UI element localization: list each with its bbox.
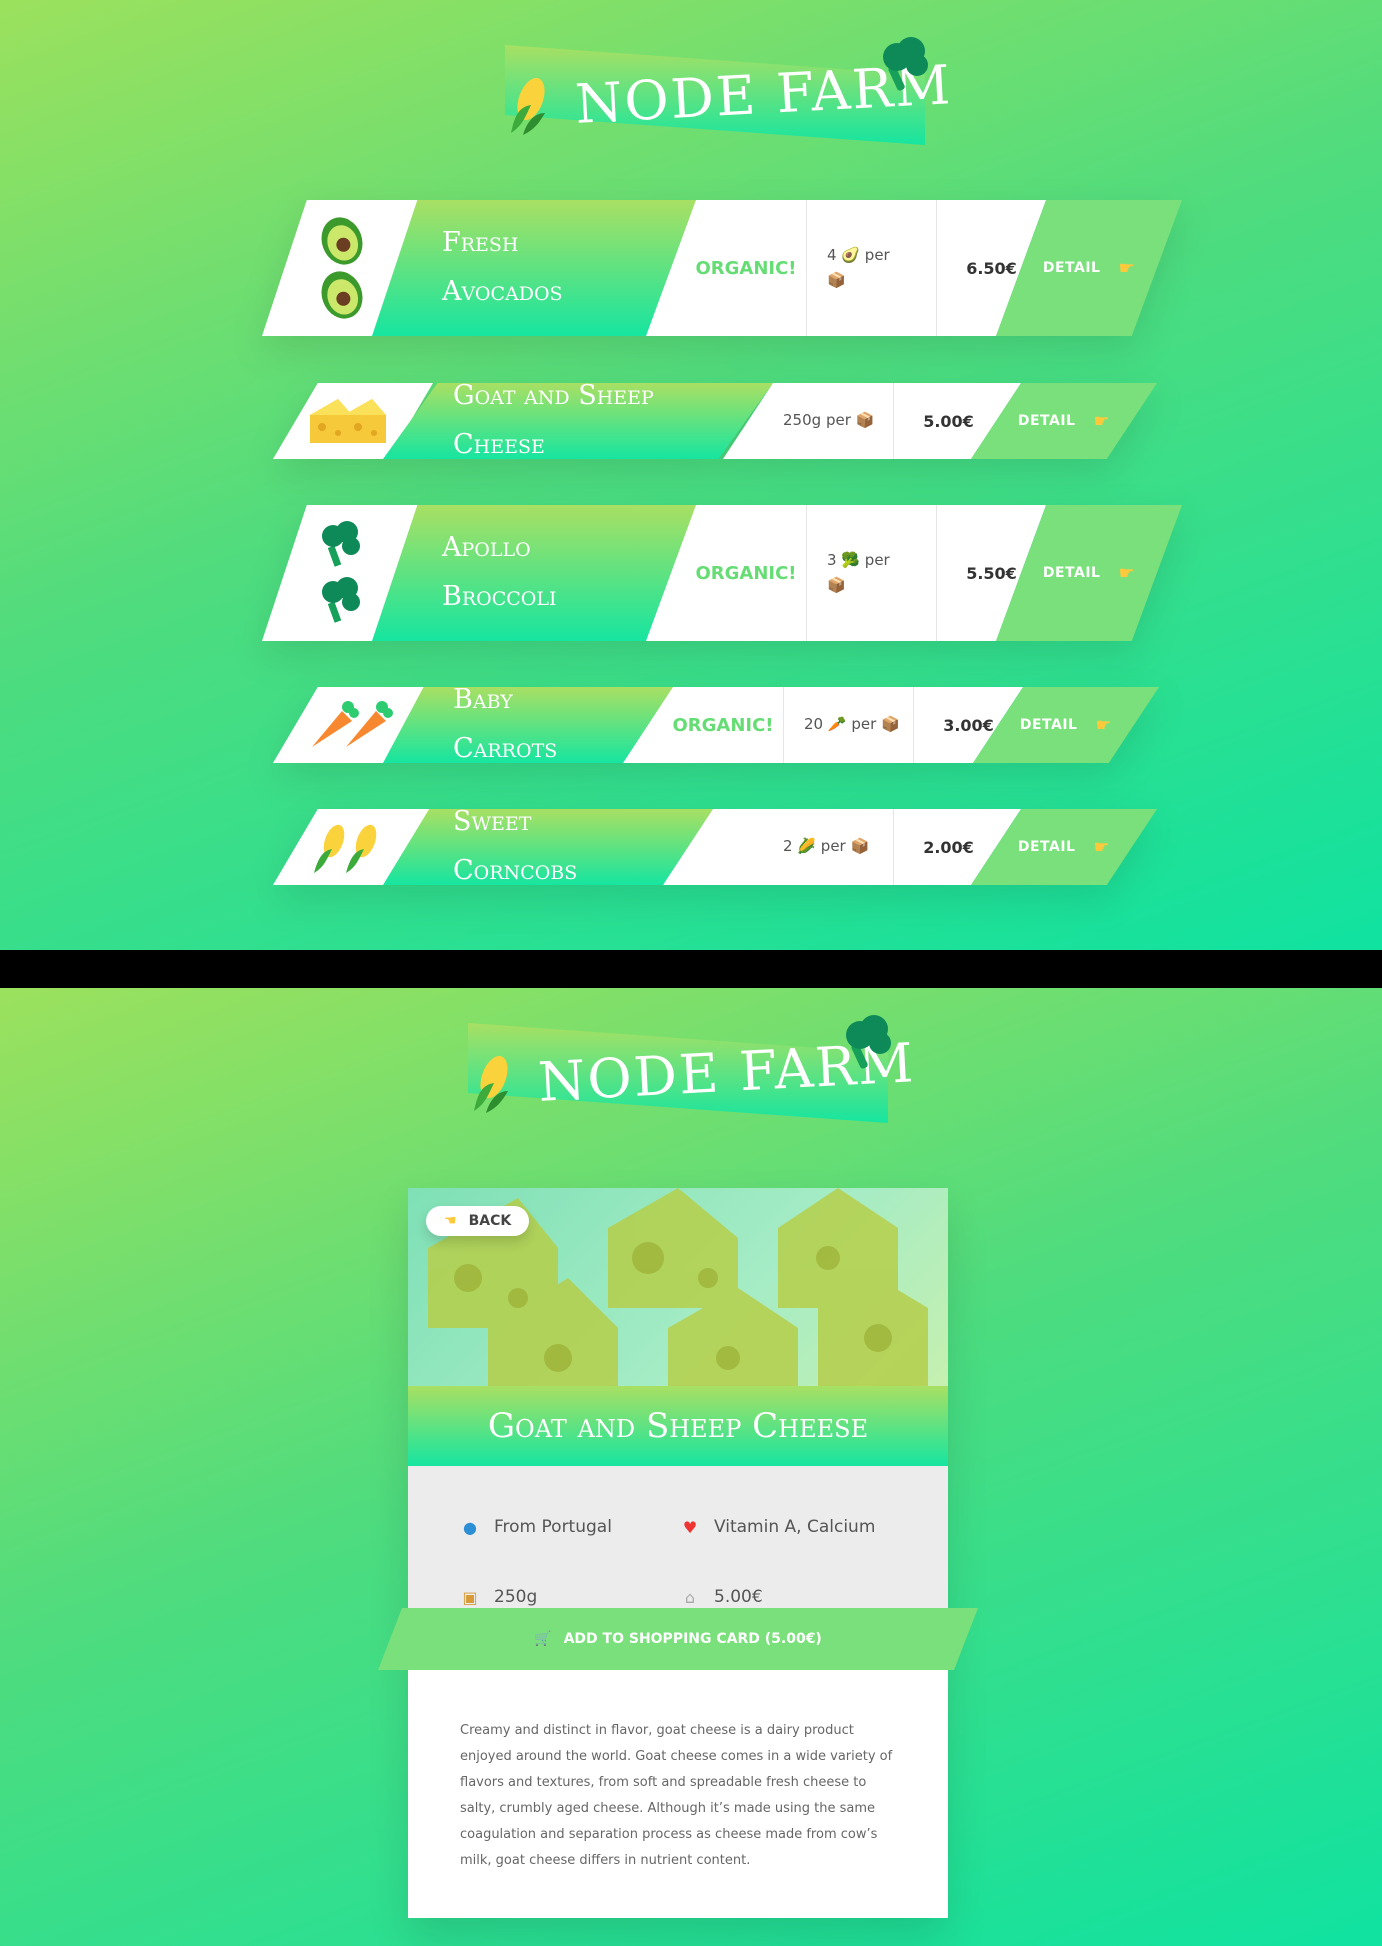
- overview-page: NODE FARM Fresh Avocados ORGANIC! 4 🥑 pe…: [0, 0, 1382, 950]
- corn-icon: [314, 824, 377, 873]
- avocado-icon: 🥑: [841, 245, 861, 264]
- product-title-bar: Goat and Sheep Cheese: [408, 1386, 948, 1466]
- qty-per: per: [851, 715, 877, 734]
- product-name-text: Apollo Broccoli: [442, 532, 557, 612]
- origin-text: From Portugal: [494, 1517, 612, 1537]
- product-info: 2 🌽 per 📦 2.00€: [663, 809, 1021, 885]
- pointing-hand-icon: ☛: [1095, 714, 1113, 736]
- globe-icon: ●: [463, 1517, 477, 1537]
- qty-value: 2: [783, 837, 793, 856]
- fact-nutrients: ♥ Vitamin A, Calcium: [680, 1502, 900, 1552]
- pointing-hand-icon: ☛: [1118, 257, 1136, 279]
- qty-value: 20: [804, 715, 824, 734]
- detail-label: DETAIL: [1019, 717, 1078, 733]
- qty-value: 3: [827, 550, 837, 569]
- corn-icon: 🌽: [797, 837, 817, 856]
- product-card: Goat and Sheep Cheese 250g per 📦 5.00€ D…: [273, 383, 1157, 459]
- broccoli-icon: [877, 35, 931, 99]
- cart-icon: 🛒: [534, 1631, 552, 1647]
- product-name-text: Baby Carrots: [453, 684, 558, 764]
- qty-per: per: [825, 411, 851, 430]
- product-description: Creamy and distinct in flavor, goat chee…: [460, 1723, 893, 1868]
- box-icon: 📦: [827, 576, 846, 594]
- detail-label: DETAIL: [1042, 565, 1101, 581]
- product-quantity: 2 🌽 per 📦: [763, 809, 893, 885]
- product-info: ORGANIC! 3 🥦 per 📦 5.50€: [646, 505, 1046, 641]
- carrot-icon: 🥕: [827, 715, 847, 734]
- cart-label: ADD TO SHOPPING CARD (5.00€): [563, 1631, 822, 1647]
- product-detail-card: ☚ BACK Goat and Sheep Cheese ● From Portu…: [378, 1188, 978, 1918]
- add-to-cart-button[interactable]: 🛒 ADD TO SHOPPING CARD (5.00€): [378, 1608, 978, 1670]
- pointing-hand-icon: ☛: [1093, 836, 1111, 858]
- carrot-icon: [312, 701, 393, 747]
- broccoli-icon: [840, 1013, 894, 1077]
- cheese-icon: [310, 399, 386, 443]
- product-detail-page: NODE FARM ☚ BACK Goat and Sheep Cheese ●…: [0, 988, 1382, 1946]
- detail-label: DETAIL: [1017, 413, 1076, 429]
- product-info: 250g per 📦 5.00€: [723, 383, 1021, 459]
- qty-per: per: [864, 245, 890, 264]
- qty-per: per: [820, 837, 846, 856]
- product-name[interactable]: Apollo Broccoli: [372, 505, 696, 641]
- qty-per: per: [864, 550, 890, 569]
- back-label: BACK: [468, 1213, 512, 1229]
- broccoli-icon: 🥦: [841, 550, 861, 569]
- product-quantity: 3 🥦 per 📦: [806, 505, 936, 641]
- product-info: ORGANIC! 4 🥑 per 📦 6.50€: [646, 200, 1046, 336]
- product-name[interactable]: Baby Carrots: [383, 687, 673, 763]
- product-quantity: 4 🥑 per 📦: [806, 200, 936, 336]
- product-name[interactable]: Fresh Avocados: [372, 200, 696, 336]
- back-button[interactable]: ☚ BACK: [426, 1206, 530, 1236]
- heart-icon: ♥: [682, 1517, 698, 1537]
- box-icon: 📦: [855, 411, 875, 430]
- pointing-hand-icon: ☚: [444, 1213, 457, 1229]
- box-icon: 📦: [850, 837, 870, 856]
- broccoli-icon: [322, 521, 360, 623]
- pointing-hand-icon: ☛: [1118, 562, 1136, 584]
- price-tag-icon: ⌂: [684, 1587, 696, 1607]
- box-icon: ▣: [462, 1587, 478, 1607]
- product-card: Fresh Avocados ORGANIC! 4 🥑 per 📦 6.50€ D…: [262, 200, 1182, 336]
- product-name[interactable]: Goat and Sheep Cheese: [383, 383, 773, 459]
- product-card: Sweet Corncobs 2 🌽 per 📦 2.00€ DETAIL ☛: [273, 809, 1157, 885]
- box-icon: 📦: [881, 715, 900, 734]
- brand-banner: NODE FARM: [468, 1015, 917, 1123]
- avocado-icon: [321, 217, 363, 319]
- product-hero-image: ☚ BACK: [408, 1188, 948, 1386]
- corn-icon: [468, 1053, 512, 1119]
- quantity-text: 250g: [494, 1587, 538, 1607]
- product-name-text: Goat and Sheep Cheese: [453, 380, 654, 460]
- qty-value: 4: [827, 245, 837, 264]
- pointing-hand-icon: ☛: [1093, 410, 1111, 432]
- product-facts: ● From Portugal ♥ Vitamin A, Calcium ▣ 250g…: [408, 1466, 948, 1622]
- box-icon: 📦: [827, 271, 846, 289]
- product-info: ORGANIC! 20 🥕 per 📦 3.00€: [623, 687, 1023, 763]
- fact-origin: ● From Portugal: [460, 1502, 680, 1552]
- product-name-text: Sweet Corncobs: [453, 806, 578, 886]
- product-quantity: 250g per 📦: [763, 383, 893, 459]
- product-title: Goat and Sheep Cheese: [487, 1406, 869, 1446]
- detail-label: DETAIL: [1017, 839, 1076, 855]
- corn-icon: [505, 75, 549, 141]
- nutrients-text: Vitamin A, Calcium: [714, 1517, 876, 1537]
- price-text: 5.00€: [714, 1587, 763, 1607]
- qty-value: 250g: [783, 411, 822, 430]
- brand-banner: NODE FARM: [505, 37, 954, 145]
- product-name[interactable]: Sweet Corncobs: [383, 809, 713, 885]
- detail-label: DETAIL: [1042, 260, 1101, 276]
- product-card: Baby Carrots ORGANIC! 20 🥕 per 📦 3.00€ D…: [273, 687, 1159, 763]
- product-quantity: 20 🥕 per 📦: [783, 687, 913, 763]
- product-card: Apollo Broccoli ORGANIC! 3 🥦 per 📦 5.50€ …: [262, 505, 1182, 641]
- product-name-text: Fresh Avocados: [442, 227, 563, 307]
